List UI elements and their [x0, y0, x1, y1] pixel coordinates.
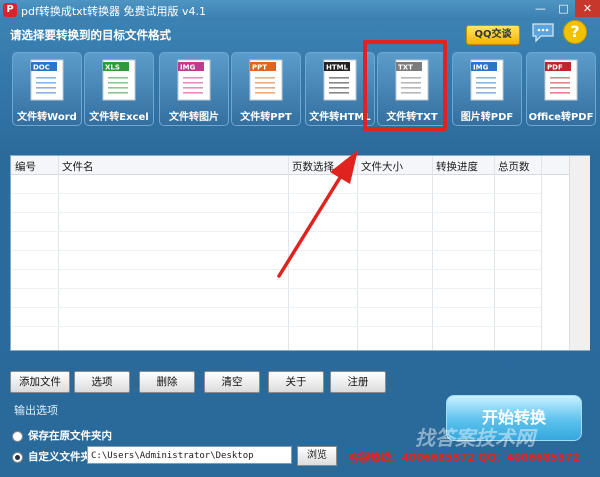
- format-button-label: Office转PDF: [528, 112, 594, 123]
- clear-button[interactable]: 清空: [204, 371, 260, 393]
- format-button-img-6[interactable]: IMG 图片转PDF: [452, 52, 522, 126]
- format-button-label: 图片转PDF: [460, 112, 514, 123]
- html-document-icon: HTML: [323, 59, 357, 101]
- radio-original-folder[interactable]: 保存在原文件夹内: [12, 428, 112, 443]
- format-button-pdf-7[interactable]: PDF Office转PDF: [526, 52, 596, 126]
- radio-label: 保存在原文件夹内: [28, 430, 112, 442]
- pdf-document-icon: PDF: [544, 59, 578, 101]
- column-header-index[interactable]: 编号: [15, 159, 36, 174]
- close-button[interactable]: ✕: [575, 0, 600, 17]
- options-button[interactable]: 选项: [74, 371, 130, 393]
- watermark: 找答案技术网: [415, 426, 535, 450]
- add-file-button[interactable]: 添加文件: [10, 371, 70, 393]
- app-window: P pdf转换成txt转换器 免费试用版 v4.1 — □ ✕ 请选择要转换到的…: [0, 0, 600, 477]
- column-divider: [541, 156, 542, 350]
- column-divider: [357, 156, 358, 350]
- column-header-progress[interactable]: 转换进度: [436, 159, 478, 174]
- doc-document-icon: DOC: [30, 59, 64, 101]
- column-header-filename[interactable]: 文件名: [62, 159, 94, 174]
- output-options-title: 输出选项: [14, 404, 58, 417]
- browse-button[interactable]: 浏览: [297, 446, 337, 466]
- ppt-document-icon: PPT: [249, 59, 283, 101]
- row-divider: [11, 269, 541, 270]
- svg-text:XLS: XLS: [105, 64, 120, 72]
- window-title: pdf转换成txt转换器 免费试用版 v4.1: [21, 5, 206, 18]
- delete-button[interactable]: 删除: [139, 371, 195, 393]
- maximize-button[interactable]: □: [552, 0, 575, 17]
- svg-text:DOC: DOC: [33, 64, 50, 72]
- support-hotline: 客服热线：4006685572 QQ：4006685572: [349, 452, 580, 464]
- table-header: 编号 文件名 页数选择 文件大小 转换进度 总页数: [11, 156, 589, 175]
- output-path-input[interactable]: C:\Users\Administrator\Desktop: [87, 446, 292, 464]
- row-divider: [11, 231, 541, 232]
- title-bar: P pdf转换成txt转换器 免费试用版 v4.1 — □ ✕: [0, 0, 600, 20]
- svg-text:HTML: HTML: [326, 64, 349, 72]
- svg-text:PPT: PPT: [252, 64, 267, 72]
- format-button-label: 文件转Word: [17, 112, 77, 123]
- img-document-icon: IMG: [470, 59, 504, 101]
- file-table[interactable]: 编号 文件名 页数选择 文件大小 转换进度 总页数: [10, 155, 590, 351]
- format-button-doc-0[interactable]: DOC 文件转Word: [12, 52, 82, 126]
- svg-text:IMG: IMG: [473, 64, 489, 72]
- register-button[interactable]: 注册: [330, 371, 386, 393]
- radio-label: 自定义文件夹: [28, 451, 91, 463]
- column-divider: [432, 156, 433, 350]
- row-divider: [11, 288, 541, 289]
- help-icon[interactable]: ?: [563, 20, 587, 44]
- app-logo-icon: P: [3, 3, 17, 17]
- img-document-icon: IMG: [177, 59, 211, 101]
- chat-bubble-icon[interactable]: [531, 22, 555, 43]
- format-button-label: 文件转Excel: [89, 112, 149, 123]
- svg-text:IMG: IMG: [180, 64, 196, 72]
- column-header-page-select[interactable]: 页数选择: [292, 159, 334, 174]
- radio-button-selected[interactable]: [12, 451, 23, 463]
- svg-text:PDF: PDF: [547, 64, 563, 72]
- row-divider: [11, 326, 541, 327]
- column-divider: [288, 156, 289, 350]
- format-button-xls-1[interactable]: XLS 文件转Excel: [84, 52, 154, 126]
- vertical-scrollbar[interactable]: [569, 156, 590, 350]
- column-header-file-size[interactable]: 文件大小: [361, 159, 403, 174]
- about-button[interactable]: 关于: [268, 371, 324, 393]
- minimize-button[interactable]: —: [529, 0, 552, 17]
- row-divider: [11, 212, 541, 213]
- column-header-total-pages[interactable]: 总页数: [498, 159, 530, 174]
- column-divider: [58, 156, 59, 350]
- row-divider: [11, 193, 541, 194]
- format-button-label: 文件转图片: [169, 112, 219, 123]
- column-divider: [494, 156, 495, 350]
- format-button-ppt-3[interactable]: PPT 文件转PPT: [231, 52, 301, 126]
- qq-chat-button[interactable]: QQ交谈: [466, 25, 520, 45]
- radio-button[interactable]: [12, 430, 23, 442]
- xls-document-icon: XLS: [102, 59, 136, 101]
- radio-custom-folder[interactable]: 自定义文件夹: [12, 449, 91, 464]
- format-prompt: 请选择要转换到的目标文件格式: [10, 28, 171, 42]
- row-divider: [11, 307, 541, 308]
- format-button-img-2[interactable]: IMG 文件转图片: [159, 52, 229, 126]
- format-button-label: 文件转PPT: [240, 112, 292, 123]
- selected-format-highlight: [363, 40, 447, 131]
- row-divider: [11, 250, 541, 251]
